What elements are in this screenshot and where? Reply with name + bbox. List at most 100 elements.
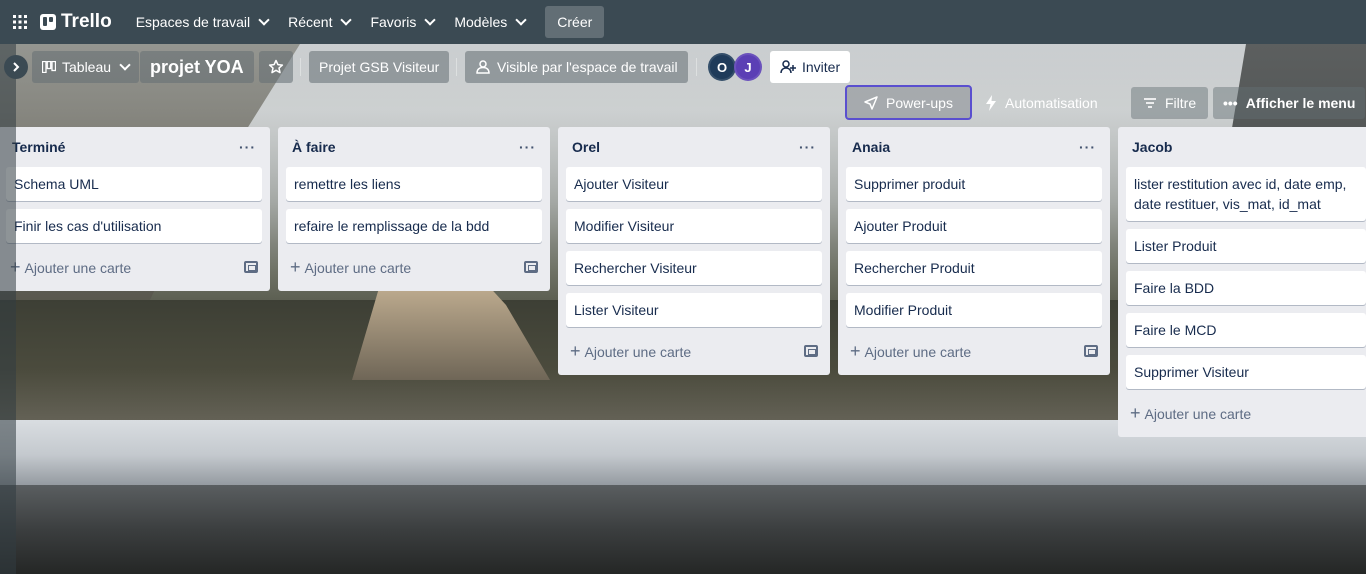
list-header[interactable]: Jacob <box>1126 127 1366 167</box>
card[interactable]: Finir les cas d'utilisation <box>6 209 262 243</box>
list-menu-icon[interactable]: ··· <box>239 139 256 155</box>
automation-label: Automatisation <box>1005 95 1098 111</box>
card[interactable]: Schema UML <box>6 167 262 201</box>
trello-logo[interactable]: Trello <box>40 11 112 33</box>
add-card-button[interactable]: +Ajouter une carte <box>1130 403 1251 424</box>
card[interactable]: remettre les liens <box>286 167 542 201</box>
board-view-icon <box>42 61 56 73</box>
card[interactable]: Faire le MCD <box>1126 313 1366 347</box>
card[interactable]: Rechercher Visiteur <box>566 251 822 285</box>
invite-button[interactable]: Inviter <box>770 51 851 83</box>
card[interactable]: Ajouter Visiteur <box>566 167 822 201</box>
powerups-button[interactable]: Power-ups <box>845 85 972 120</box>
app-switcher-icon[interactable] <box>4 6 36 38</box>
list-header[interactable]: À faire ··· <box>286 127 542 167</box>
list-title[interactable]: Orel <box>572 139 600 155</box>
show-menu-button[interactable]: ••• Afficher le menu <box>1213 87 1366 119</box>
plus-icon: + <box>570 340 581 361</box>
list-column: Anaia ··· Supprimer produit Ajouter Prod… <box>838 127 1110 375</box>
add-card-label: Ajouter une carte <box>24 259 132 276</box>
add-card-label: Ajouter une carte <box>864 343 972 360</box>
add-card-label: Ajouter une carte <box>584 343 692 360</box>
nav-favorites[interactable]: Favoris <box>360 6 444 38</box>
list-title[interactable]: Jacob <box>1132 139 1172 155</box>
chevron-down-icon <box>119 59 131 71</box>
workspace-button[interactable]: Projet GSB Visiteur <box>309 51 450 83</box>
card[interactable]: lister restitution avec id, date emp, da… <box>1126 167 1366 221</box>
chevron-right-icon <box>13 62 20 72</box>
member-avatar[interactable]: J <box>734 53 762 81</box>
list-title[interactable]: Terminé <box>12 139 65 155</box>
list-header[interactable]: Terminé ··· <box>6 127 262 167</box>
nav-workspaces[interactable]: Espaces de travail <box>126 6 278 38</box>
add-card-row[interactable]: +Ajouter une carte <box>6 251 262 283</box>
add-person-icon <box>780 60 796 74</box>
powerups-label: Power-ups <box>886 94 953 111</box>
card[interactable]: Lister Produit <box>1126 229 1366 263</box>
card[interactable]: Modifier Produit <box>846 293 1102 327</box>
nav-favorites-label: Favoris <box>370 14 417 30</box>
expand-sidebar-button[interactable] <box>4 55 28 79</box>
chevron-down-icon <box>340 14 353 26</box>
list-column: Orel ··· Ajouter Visiteur Modifier Visit… <box>558 127 830 375</box>
card[interactable]: Supprimer produit <box>846 167 1102 201</box>
view-switcher[interactable]: Tableau <box>32 51 140 83</box>
card[interactable]: refaire le remplissage de la bdd <box>286 209 542 243</box>
add-card-button[interactable]: +Ajouter une carte <box>570 341 691 362</box>
brand-name: Trello <box>61 11 112 32</box>
card-template-icon[interactable] <box>1084 345 1098 357</box>
people-icon <box>476 60 490 74</box>
plus-icon: + <box>1130 402 1141 423</box>
list-header[interactable]: Anaia ··· <box>846 127 1102 167</box>
add-card-button[interactable]: +Ajouter une carte <box>850 341 971 362</box>
card-template-icon[interactable] <box>804 345 818 357</box>
filter-icon <box>1144 98 1156 108</box>
card[interactable]: Lister Visiteur <box>566 293 822 327</box>
card-template-icon[interactable] <box>524 261 538 273</box>
card-template-icon[interactable] <box>244 261 258 273</box>
list-column: À faire ··· remettre les liens refaire l… <box>278 127 550 291</box>
visibility-label: Visible par l'espace de travail <box>497 59 678 75</box>
list-column: Terminé ··· Schema UML Finir les cas d'u… <box>0 127 270 291</box>
add-card-row[interactable]: +Ajouter une carte <box>846 335 1102 367</box>
card[interactable]: Supprimer Visiteur <box>1126 355 1366 389</box>
automation-button[interactable]: Automatisation <box>977 87 1106 119</box>
card[interactable]: Ajouter Produit <box>846 209 1102 243</box>
card[interactable]: Faire la BDD <box>1126 271 1366 305</box>
list-title[interactable]: À faire <box>292 139 336 155</box>
view-switcher-label: Tableau <box>62 59 112 75</box>
add-card-button[interactable]: +Ajouter une carte <box>10 257 131 278</box>
chevron-down-icon <box>515 14 527 26</box>
top-app-bar: Trello Espaces de travail Récent Favoris… <box>0 0 1366 44</box>
list-menu-icon[interactable]: ··· <box>519 139 536 155</box>
nav-templates[interactable]: Modèles <box>444 6 535 38</box>
add-card-button[interactable]: +Ajouter une carte <box>290 257 411 278</box>
nav-recent[interactable]: Récent <box>278 6 360 38</box>
header-divider <box>696 58 697 76</box>
card[interactable]: Rechercher Produit <box>846 251 1102 285</box>
member-avatar[interactable]: O <box>708 53 736 81</box>
lightning-icon <box>986 95 996 111</box>
rocket-icon <box>864 95 878 110</box>
card[interactable]: Modifier Visiteur <box>566 209 822 243</box>
chevron-down-icon <box>258 14 270 26</box>
nav-workspaces-label: Espaces de travail <box>135 14 251 30</box>
list-menu-icon[interactable]: ··· <box>1079 139 1096 155</box>
collapsed-sidebar[interactable] <box>0 44 16 574</box>
chevron-down-icon <box>424 14 437 26</box>
add-card-row[interactable]: +Ajouter une carte <box>286 251 542 283</box>
add-card-row[interactable]: +Ajouter une carte <box>1126 397 1366 429</box>
header-divider <box>300 58 301 76</box>
list-menu-icon[interactable]: ··· <box>799 139 816 155</box>
board-title[interactable]: projet YOA <box>140 51 254 83</box>
create-button[interactable]: Créer <box>545 6 605 38</box>
more-dots-icon: ••• <box>1223 95 1238 111</box>
star-board-button[interactable] <box>259 51 293 83</box>
visibility-button[interactable]: Visible par l'espace de travail <box>465 51 688 83</box>
invite-label: Inviter <box>802 59 841 75</box>
add-card-label: Ajouter une carte <box>1144 405 1252 422</box>
add-card-row[interactable]: +Ajouter une carte <box>566 335 822 367</box>
list-header[interactable]: Orel ··· <box>566 127 822 167</box>
filter-button[interactable]: Filtre <box>1131 87 1209 119</box>
list-title[interactable]: Anaia <box>852 139 890 155</box>
